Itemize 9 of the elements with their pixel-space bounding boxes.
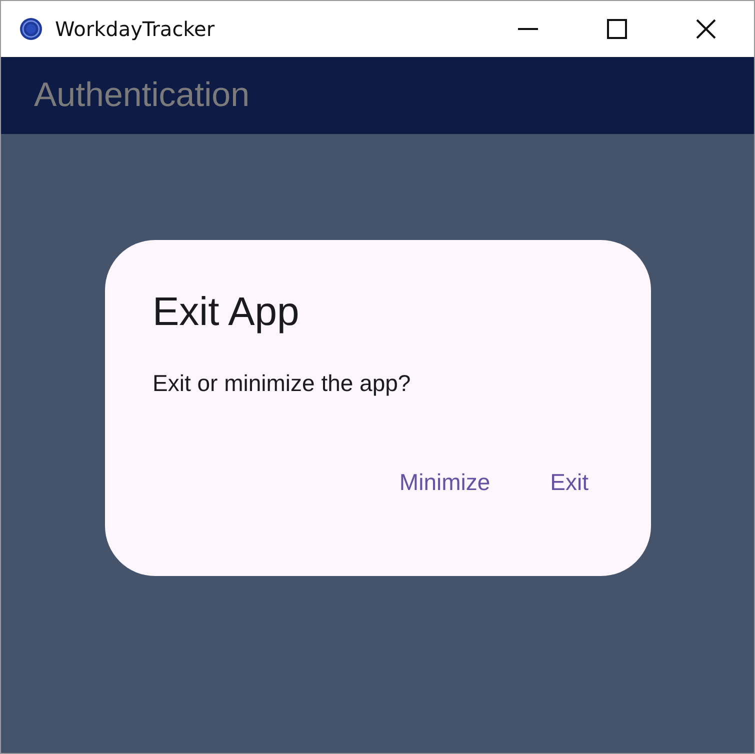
window-title: WorkdayTracker: [55, 17, 215, 41]
dialog-message: Exit or minimize the app?: [152, 372, 412, 395]
app-logo-icon: [19, 17, 43, 41]
dialog-title: Exit App: [152, 292, 300, 332]
dialog-button[interactable]: Exit: [526, 461, 612, 504]
maximize-icon[interactable]: [606, 18, 628, 40]
dialog-button[interactable]: Minimize: [375, 461, 514, 504]
app-bar-title: Authentication: [34, 76, 250, 115]
close-icon[interactable]: [695, 18, 717, 40]
